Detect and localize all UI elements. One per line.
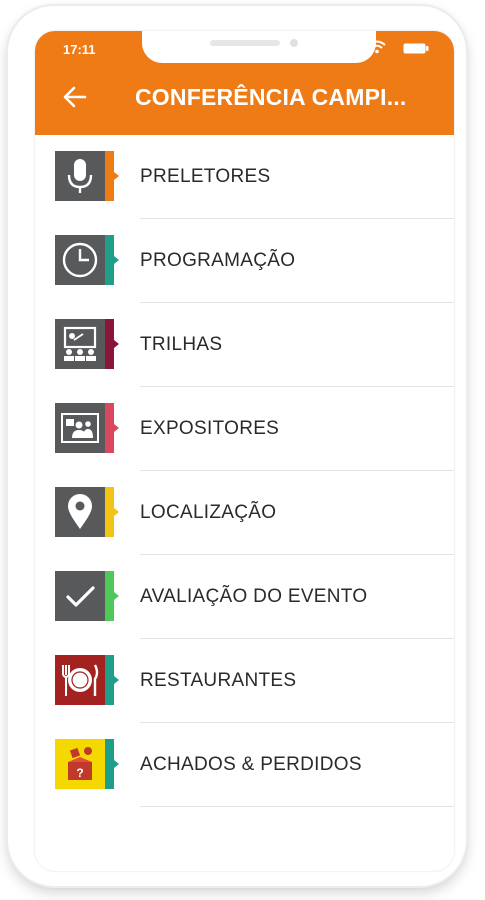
- clock-icon: [62, 242, 98, 278]
- tile: [55, 571, 105, 621]
- map-pin-icon: [68, 494, 92, 529]
- phone-notch: [142, 31, 376, 63]
- accent-bar: [105, 739, 114, 789]
- menu-item-label: ACHADOS & PERDIDOS: [140, 754, 362, 775]
- menu-item-restaurantes[interactable]: RESTAURANTES: [35, 639, 454, 723]
- accent-tip: [114, 340, 119, 348]
- divider: [140, 806, 454, 807]
- exhibitor-icon: [61, 413, 99, 443]
- tile: [55, 235, 105, 285]
- accent-tip: [114, 592, 119, 600]
- speaker-grille: [210, 40, 280, 46]
- accent-bar: [105, 655, 114, 705]
- wifi-icon: [368, 40, 386, 54]
- menu-item-programacao[interactable]: PROGRAMAÇÃO: [35, 219, 454, 303]
- lost-and-found-icon: ?: [68, 747, 92, 780]
- tile: [55, 319, 105, 369]
- battery-icon: [403, 43, 429, 54]
- svg-text:?: ?: [76, 766, 83, 780]
- accent-tip: [114, 256, 119, 264]
- restaurant-icon: [62, 664, 99, 696]
- menu-item-avaliacao-do-evento[interactable]: AVALIAÇÃO DO EVENTO: [35, 555, 454, 639]
- menu-item-label: PRELETORES: [140, 166, 271, 187]
- menu-item-label: TRILHAS: [140, 334, 223, 355]
- accent-bar: [105, 235, 114, 285]
- page-title: CONFERÊNCIA CAMPI...: [135, 84, 407, 110]
- menu-item-label: RESTAURANTES: [140, 670, 297, 691]
- microphone-icon: [67, 159, 93, 193]
- menu-item-label: LOCALIZAÇÃO: [140, 502, 277, 523]
- app-screen: 17:11 CONFERÊNCIA CAMPI... PRELETORES PR…: [35, 31, 454, 871]
- menu-item-preletores[interactable]: PRELETORES: [35, 135, 454, 219]
- accent-tip: [114, 508, 119, 516]
- tile: ?: [55, 739, 105, 789]
- menu-item-expositores[interactable]: EXPOSITORES: [35, 387, 454, 471]
- app-bar: 17:11 CONFERÊNCIA CAMPI...: [35, 31, 454, 135]
- menu-item-label: PROGRAMAÇÃO: [140, 250, 296, 271]
- menu-item-achados-e-perdidos[interactable]: ? ACHADOS & PERDIDOS: [35, 723, 454, 807]
- tile: [55, 151, 105, 201]
- accent-bar: [105, 319, 114, 369]
- accent-bar: [105, 487, 114, 537]
- menu-item-label: AVALIAÇÃO DO EVENTO: [140, 586, 368, 607]
- accent-tip: [114, 676, 119, 684]
- accent-tip: [114, 424, 119, 432]
- tile: [55, 655, 105, 705]
- menu-item-localizacao[interactable]: LOCALIZAÇÃO: [35, 471, 454, 555]
- checkmark-icon: [66, 586, 95, 607]
- menu-list: PRELETORES PROGRAMAÇÃO TRILHAS EXPOSITOR…: [35, 135, 454, 807]
- accent-tip: [114, 760, 119, 768]
- arrow-left-icon[interactable]: [63, 86, 87, 108]
- menu-item-label: EXPOSITORES: [140, 418, 280, 439]
- tile: [55, 487, 105, 537]
- accent-tip: [114, 172, 119, 180]
- tile: [55, 403, 105, 453]
- menu-item-trilhas[interactable]: TRILHAS: [35, 303, 454, 387]
- front-camera: [290, 39, 298, 47]
- presentation-icon: [63, 326, 97, 361]
- accent-bar: [105, 571, 114, 621]
- accent-bar: [105, 151, 114, 201]
- accent-bar: [105, 403, 114, 453]
- phone-frame: 17:11 CONFERÊNCIA CAMPI... PRELETORES PR…: [8, 6, 466, 886]
- status-time: 17:11: [63, 42, 96, 57]
